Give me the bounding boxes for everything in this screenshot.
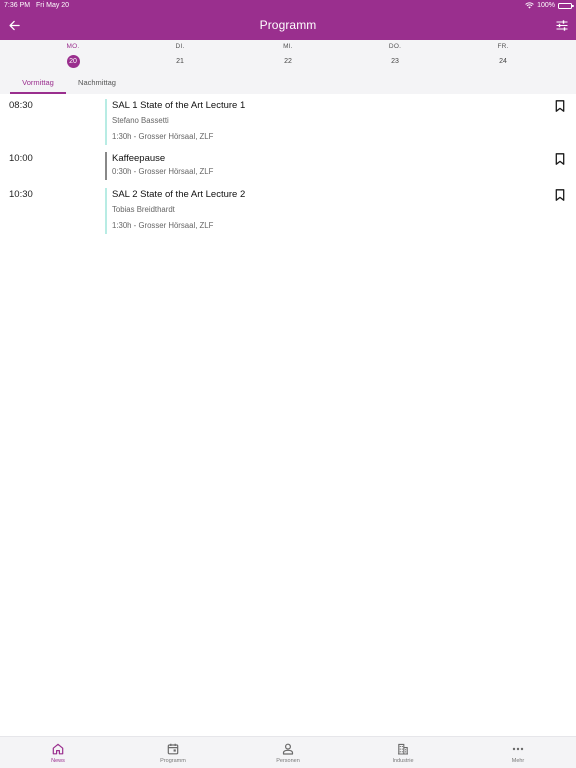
tab-label: Mehr	[511, 758, 525, 764]
more-icon	[512, 747, 524, 751]
status-bar: 7:36 PM Fri May 20 100%	[0, 0, 576, 11]
session-time: 10:00	[9, 153, 33, 164]
day-selector: MO. 20 DI. 21 MI. 22 DO. 23 FR. 24	[0, 40, 576, 68]
day-number: 23	[391, 58, 399, 65]
session-speaker: Tobias Breidthardt	[112, 205, 175, 214]
day-fr[interactable]: FR. 24	[473, 40, 533, 68]
bottom-tab-bar: News Programm Personen Industrie Mehr	[0, 736, 576, 768]
battery-icon	[558, 2, 574, 9]
filter-button[interactable]	[555, 18, 569, 32]
session-item[interactable]: 10:00 Kaffeepause 0:30h - Grosser Hörsaa…	[0, 149, 576, 181]
active-tab-indicator	[10, 92, 66, 94]
session-speaker: Stefano Bassetti	[112, 116, 169, 125]
day-name: MI.	[283, 43, 293, 50]
session-details: 1:30h - Grosser Hörsaal, ZLF	[112, 221, 214, 230]
session-title: SAL 2 State of the Art Lecture 2	[112, 189, 246, 200]
tab-personen[interactable]: Personen	[248, 737, 328, 768]
day-number: 22	[284, 58, 292, 65]
session-item[interactable]: 10:30 SAL 2 State of the Art Lecture 2 T…	[0, 185, 576, 235]
tab-mehr[interactable]: Mehr	[478, 737, 558, 768]
status-right: 100%	[525, 0, 574, 11]
bookmark-icon[interactable]	[555, 100, 565, 112]
day-name: FR.	[497, 43, 509, 50]
day-name: DI.	[175, 43, 185, 50]
wifi-icon	[525, 2, 534, 9]
day-do[interactable]: DO. 23	[365, 40, 425, 68]
day-di[interactable]: DI. 21	[150, 40, 210, 68]
session-details: 0:30h - Grosser Hörsaal, ZLF	[112, 167, 214, 176]
session-title: SAL 1 State of the Art Lecture 1	[112, 100, 246, 111]
bookmark-icon[interactable]	[555, 153, 565, 165]
tab-label: Personen	[276, 758, 300, 764]
session-time: 10:30	[9, 189, 33, 200]
battery-percent: 100%	[537, 2, 555, 9]
session-color-bar	[105, 99, 107, 145]
day-name: MO.	[66, 43, 80, 50]
session-details: 1:30h - Grosser Hörsaal, ZLF	[112, 132, 214, 141]
sliders-icon	[556, 19, 568, 31]
period-tabs: Vormittag Nachmittag	[0, 68, 576, 94]
tab-news[interactable]: News	[18, 737, 98, 768]
tab-industrie[interactable]: Industrie	[363, 737, 443, 768]
bookmark-icon[interactable]	[555, 189, 565, 201]
calendar-icon	[167, 743, 179, 755]
day-mo[interactable]: MO. 20	[43, 40, 103, 68]
top-bar: 7:36 PM Fri May 20 100% Programm	[0, 0, 576, 40]
building-icon	[398, 743, 408, 755]
tab-label: News	[51, 758, 65, 764]
day-name: DO.	[388, 43, 402, 50]
page-title: Programm	[259, 18, 317, 32]
session-title: Kaffeepause	[112, 153, 166, 164]
status-time: 7:36 PM	[4, 2, 31, 9]
home-icon	[52, 743, 64, 755]
tab-programm[interactable]: Programm	[133, 737, 213, 768]
day-number: 20	[66, 55, 80, 68]
day-number: 21	[176, 58, 184, 65]
session-time: 08:30	[9, 100, 33, 111]
session-item[interactable]: 08:30 SAL 1 State of the Art Lecture 1 S…	[0, 96, 576, 146]
status-date: Fri May 20	[36, 2, 70, 9]
tab-label: Programm	[160, 758, 186, 764]
tab-label: Industrie	[392, 758, 414, 764]
session-color-bar	[105, 188, 107, 234]
session-color-bar	[105, 152, 107, 180]
day-mi[interactable]: MI. 22	[258, 40, 318, 68]
person-icon	[282, 743, 294, 755]
tab-nachmittag[interactable]: Nachmittag	[69, 68, 125, 94]
day-number: 24	[499, 58, 507, 65]
nav-row: Programm	[0, 11, 576, 40]
tab-vormittag[interactable]: Vormittag	[10, 68, 66, 94]
